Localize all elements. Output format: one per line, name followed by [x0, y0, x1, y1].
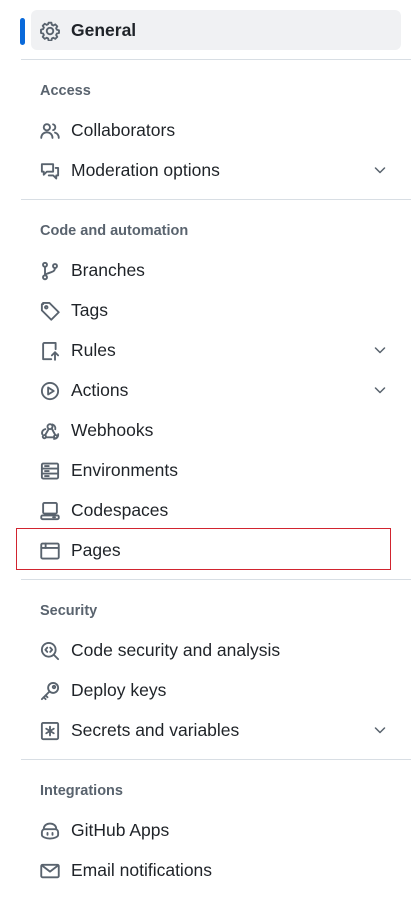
sidebar-item-label: Tags — [71, 300, 108, 320]
chevron-down-icon[interactable] — [372, 342, 388, 358]
sidebar-item-label: Webhooks — [71, 420, 154, 440]
browser-icon — [40, 541, 60, 561]
server-icon — [40, 461, 60, 481]
sidebar-item-email-notifications[interactable]: Email notifications — [31, 850, 401, 890]
sidebar-item-label: Email notifications — [71, 860, 213, 880]
sidebar-item-label: Branches — [71, 260, 145, 280]
chevron-down-icon[interactable] — [372, 382, 388, 398]
section-heading-code-and-automation: Code and automation — [40, 223, 189, 239]
sidebar-item-label: Actions — [71, 380, 129, 400]
webhook-icon — [40, 421, 60, 441]
sidebar-item-label: General — [71, 20, 137, 40]
chevron-down-icon[interactable] — [372, 162, 388, 178]
sidebar-item-actions[interactable]: Actions — [31, 370, 401, 410]
sidebar-item-label: Pages — [71, 540, 121, 560]
sidebar-item-environments[interactable]: Environments — [31, 450, 401, 490]
section-heading-access: Access — [40, 83, 91, 99]
sidebar-item-label: Moderation options — [71, 160, 220, 180]
sidebar-item-branches[interactable]: Branches — [31, 250, 401, 290]
key-icon — [40, 681, 60, 701]
divider — [21, 59, 411, 60]
sidebar-item-tags[interactable]: Tags — [31, 290, 401, 330]
key-asterisk-icon — [40, 721, 60, 741]
divider — [21, 199, 411, 200]
repo-push-icon — [40, 341, 60, 361]
sidebar-item-rules[interactable]: Rules — [31, 330, 401, 370]
sidebar-item-label: Secrets and variables — [71, 720, 240, 740]
play-icon — [40, 381, 60, 401]
sidebar-item-github-apps[interactable]: GitHub Apps — [31, 810, 401, 850]
settings-sidebar: General Access Collaborators Moderation … — [0, 0, 414, 903]
codespaces-icon — [40, 501, 60, 521]
active-indicator — [20, 18, 25, 45]
gear-icon — [40, 21, 60, 41]
sidebar-item-secrets-and-variables[interactable]: Secrets and variables — [31, 710, 401, 750]
comment-discussion-icon — [40, 161, 60, 181]
mail-icon — [40, 861, 60, 881]
git-branch-icon — [40, 261, 60, 281]
sidebar-item-collaborators[interactable]: Collaborators — [31, 110, 401, 150]
sidebar-item-label: Deploy keys — [71, 680, 167, 700]
sidebar-item-label: Rules — [71, 340, 116, 360]
copilot-icon — [40, 821, 60, 841]
tag-icon — [40, 301, 60, 321]
sidebar-item-webhooks[interactable]: Webhooks — [31, 410, 401, 450]
sidebar-item-deploy-keys[interactable]: Deploy keys — [31, 670, 401, 710]
sidebar-item-label: GitHub Apps — [71, 820, 170, 840]
people-icon — [40, 121, 60, 141]
sidebar-item-label: Codespaces — [71, 500, 169, 520]
sidebar-item-label: Collaborators — [71, 120, 176, 140]
chevron-down-icon[interactable] — [372, 722, 388, 738]
sidebar-item-code-security-and-analysis[interactable]: Code security and analysis — [31, 630, 401, 670]
divider — [21, 579, 411, 580]
section-heading-security: Security — [40, 603, 98, 619]
section-heading-integrations: Integrations — [40, 783, 123, 799]
sidebar-item-pages[interactable]: Pages — [31, 530, 401, 570]
codescan-icon — [40, 641, 60, 661]
sidebar-item-label: Environments — [71, 460, 178, 480]
divider — [21, 759, 411, 760]
sidebar-item-general[interactable]: General — [31, 10, 401, 50]
sidebar-item-codespaces[interactable]: Codespaces — [31, 490, 401, 530]
sidebar-item-label: Code security and analysis — [71, 640, 281, 660]
sidebar-item-moderation-options[interactable]: Moderation options — [31, 150, 401, 190]
